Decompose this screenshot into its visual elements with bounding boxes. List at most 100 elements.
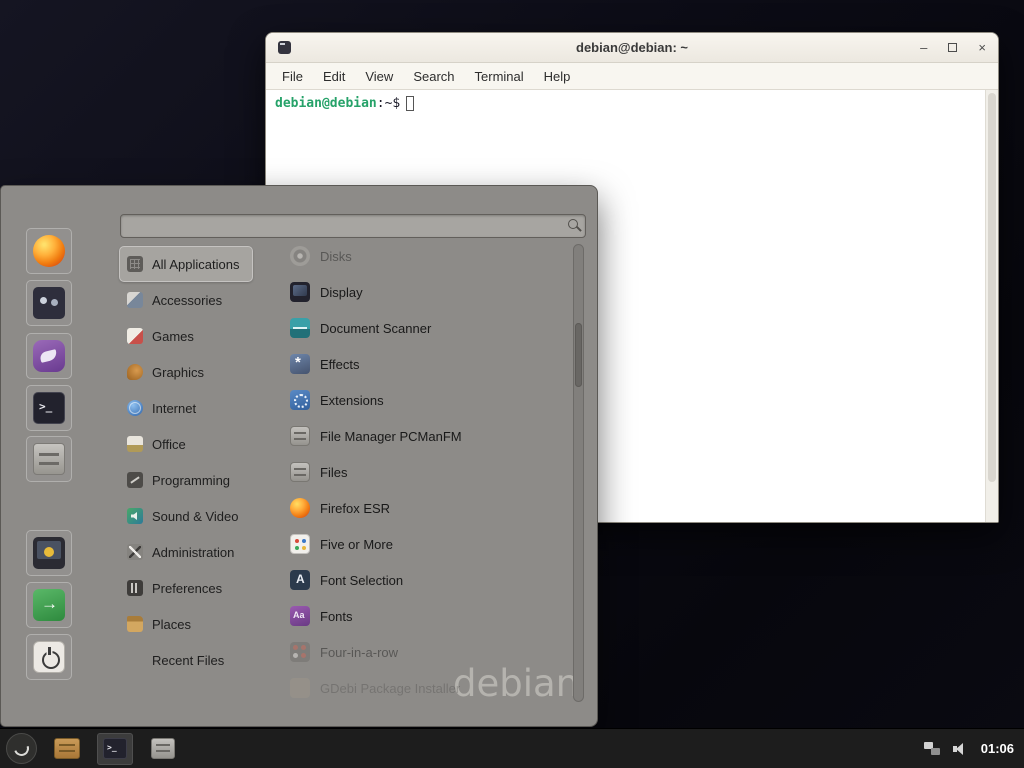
app-label: Effects xyxy=(320,357,360,372)
terminal-window-button[interactable] xyxy=(97,733,133,765)
category-accessories[interactable]: Accessories xyxy=(119,282,253,318)
app-item-document-scanner[interactable]: Document Scanner xyxy=(284,310,562,346)
administration-icon xyxy=(127,544,143,560)
category-label: Recent Files xyxy=(152,653,224,668)
terminal-scrollbar[interactable] xyxy=(985,90,998,522)
power-icon xyxy=(33,641,65,673)
volume-icon[interactable] xyxy=(953,741,968,756)
internet-globe-icon xyxy=(127,400,143,416)
app-item-fonts[interactable]: Fonts xyxy=(284,598,562,634)
category-programming[interactable]: Programming xyxy=(119,462,253,498)
logout-button[interactable] xyxy=(26,582,72,628)
all-applications-icon xyxy=(127,256,143,272)
search-icon xyxy=(568,219,582,233)
four-in-a-row-icon xyxy=(290,642,310,662)
category-administration[interactable]: Administration xyxy=(119,534,253,570)
terminal-menu-help[interactable]: Help xyxy=(534,65,581,88)
app-label: GDebi Package Installer xyxy=(320,681,460,696)
terminal-titlebar[interactable]: debian@debian: ~ – × xyxy=(266,33,998,63)
font-selection-icon xyxy=(290,570,310,590)
category-games[interactable]: Games xyxy=(119,318,253,354)
app-label: Extensions xyxy=(320,393,384,408)
category-internet[interactable]: Internet xyxy=(119,390,253,426)
terminal-icon xyxy=(33,392,65,424)
category-label: Accessories xyxy=(152,293,222,308)
category-all-applications[interactable]: All Applications xyxy=(119,246,253,282)
terminal-menu-edit[interactable]: Edit xyxy=(313,65,355,88)
category-preferences[interactable]: Preferences xyxy=(119,570,253,606)
terminal-icon xyxy=(103,738,127,759)
favorite-file-manager[interactable] xyxy=(26,436,72,482)
terminal-menu-file[interactable]: File xyxy=(272,65,313,88)
app-item-pcmanfm[interactable]: File Manager PCManFM xyxy=(284,418,562,454)
files-launcher[interactable] xyxy=(145,733,181,765)
firefox-icon xyxy=(33,235,65,267)
category-graphics[interactable]: Graphics xyxy=(119,354,253,390)
clock[interactable]: 01:06 xyxy=(981,741,1014,756)
network-icon[interactable] xyxy=(924,742,940,755)
category-recent-files[interactable]: Recent Files xyxy=(119,642,253,678)
category-label: Sound & Video xyxy=(152,509,239,524)
display-icon xyxy=(290,282,310,302)
category-places[interactable]: Places xyxy=(119,606,253,642)
desktop: debian@debian: ~ – × File Edit View Sear… xyxy=(0,0,1024,768)
pidgin-icon xyxy=(33,340,65,372)
folder-icon xyxy=(54,738,80,759)
app-item-files[interactable]: Files xyxy=(284,454,562,490)
terminal-menu-search[interactable]: Search xyxy=(403,65,464,88)
maximize-button[interactable] xyxy=(948,41,957,54)
app-item-five-or-more[interactable]: Five or More xyxy=(284,526,562,562)
five-or-more-icon xyxy=(290,534,310,554)
terminal-prompt-path: :~$ xyxy=(377,96,400,111)
terminal-menu-view[interactable]: View xyxy=(355,65,403,88)
app-item-four-in-a-row[interactable]: Four-in-a-row xyxy=(284,634,562,670)
close-button[interactable]: × xyxy=(978,41,986,54)
favorite-terminal[interactable] xyxy=(26,385,72,431)
menu-scrollbar[interactable] xyxy=(573,244,584,702)
app-label: File Manager PCManFM xyxy=(320,429,462,444)
fonts-icon xyxy=(290,606,310,626)
category-sound-video[interactable]: Sound & Video xyxy=(119,498,253,534)
app-label: Firefox ESR xyxy=(320,501,390,516)
category-label: Places xyxy=(152,617,191,632)
app-label: Document Scanner xyxy=(320,321,431,336)
app-item-extensions[interactable]: Extensions xyxy=(284,382,562,418)
firefox-icon xyxy=(290,498,310,518)
app-label: Four-in-a-row xyxy=(320,645,398,660)
accessories-icon xyxy=(127,292,143,308)
games-icon xyxy=(127,328,143,344)
pcmanfm-icon xyxy=(290,426,310,446)
app-item-effects[interactable]: Effects xyxy=(284,346,562,382)
favorite-firefox[interactable] xyxy=(26,228,72,274)
favorite-photos[interactable] xyxy=(26,280,72,326)
application-list: Disks Display Document Scanner Effects E… xyxy=(284,238,562,706)
app-item-display[interactable]: Display xyxy=(284,274,562,310)
app-label: Five or More xyxy=(320,537,393,552)
app-item-disks[interactable]: Disks xyxy=(284,238,562,274)
favorite-pidgin[interactable] xyxy=(26,333,72,379)
file-manager-launcher[interactable] xyxy=(49,733,85,765)
menu-button[interactable] xyxy=(6,733,37,764)
app-item-font-selection[interactable]: Font Selection xyxy=(284,562,562,598)
shutdown-button[interactable] xyxy=(26,634,72,680)
app-item-gdebi[interactable]: GDebi Package Installer xyxy=(284,670,562,706)
sound-video-icon xyxy=(127,508,143,524)
terminal-scrollbar-thumb[interactable] xyxy=(988,93,996,482)
minimize-button[interactable]: – xyxy=(920,41,927,54)
app-label: Disks xyxy=(320,249,352,264)
terminal-app-icon xyxy=(278,41,291,54)
extensions-icon xyxy=(290,390,310,410)
scanner-icon xyxy=(290,318,310,338)
lock-screen-button[interactable] xyxy=(26,530,72,576)
category-label: Preferences xyxy=(152,581,222,596)
panel-left xyxy=(0,733,181,765)
gdebi-icon xyxy=(290,678,310,698)
terminal-menu-terminal[interactable]: Terminal xyxy=(465,65,534,88)
search-input[interactable] xyxy=(120,214,586,238)
menu-scrollbar-thumb[interactable] xyxy=(575,323,582,387)
logout-icon xyxy=(33,589,65,621)
app-label: Fonts xyxy=(320,609,353,624)
category-office[interactable]: Office xyxy=(119,426,253,462)
app-item-firefox-esr[interactable]: Firefox ESR xyxy=(284,490,562,526)
terminal-cursor xyxy=(406,96,414,111)
